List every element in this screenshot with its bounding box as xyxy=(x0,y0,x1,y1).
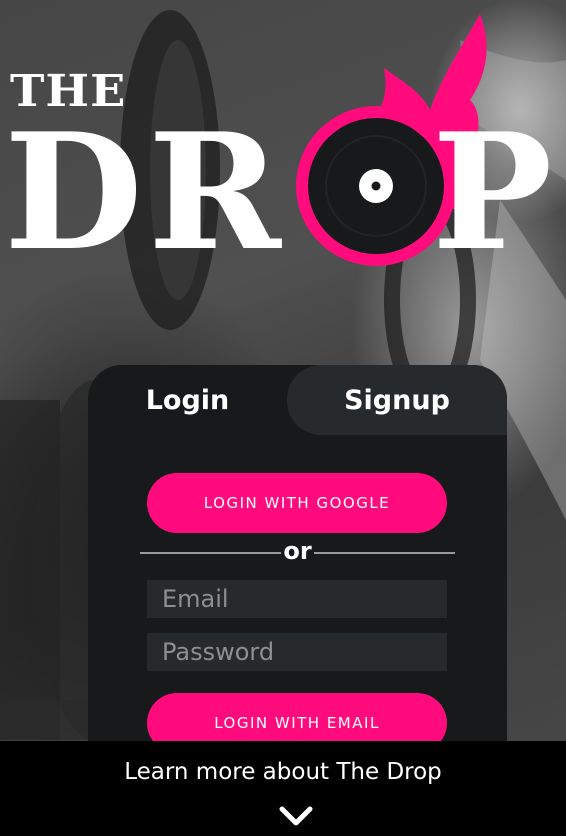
tab-login[interactable]: Login xyxy=(88,365,287,435)
learn-more-bar[interactable]: Learn more about The Drop xyxy=(0,741,566,836)
auth-card: Signup Login LOGIN WITH GOOGLE or LOGIN … xyxy=(88,365,507,765)
login-with-google-button[interactable]: LOGIN WITH GOOGLE xyxy=(147,473,447,533)
divider-line-right xyxy=(313,552,456,554)
logo-letter-d: D xyxy=(4,98,143,286)
password-field[interactable] xyxy=(147,633,447,671)
email-field[interactable] xyxy=(147,580,447,618)
tab-signup[interactable]: Signup xyxy=(287,365,507,435)
logo-letter-p: P xyxy=(432,98,553,286)
learn-more-link[interactable]: Learn more about The Drop xyxy=(0,759,566,785)
login-screen: THE D R P Signup Login LOGIN WITH GOOGLE… xyxy=(0,0,566,836)
divider-line-left xyxy=(140,552,282,554)
auth-tabs: Signup Login xyxy=(88,365,507,435)
the-drop-logo: THE D R P xyxy=(0,0,566,280)
or-divider: or xyxy=(140,537,456,565)
logo-letter-r: R xyxy=(148,98,281,286)
divider-text: or xyxy=(283,537,312,565)
chevron-down-icon[interactable] xyxy=(278,805,314,827)
